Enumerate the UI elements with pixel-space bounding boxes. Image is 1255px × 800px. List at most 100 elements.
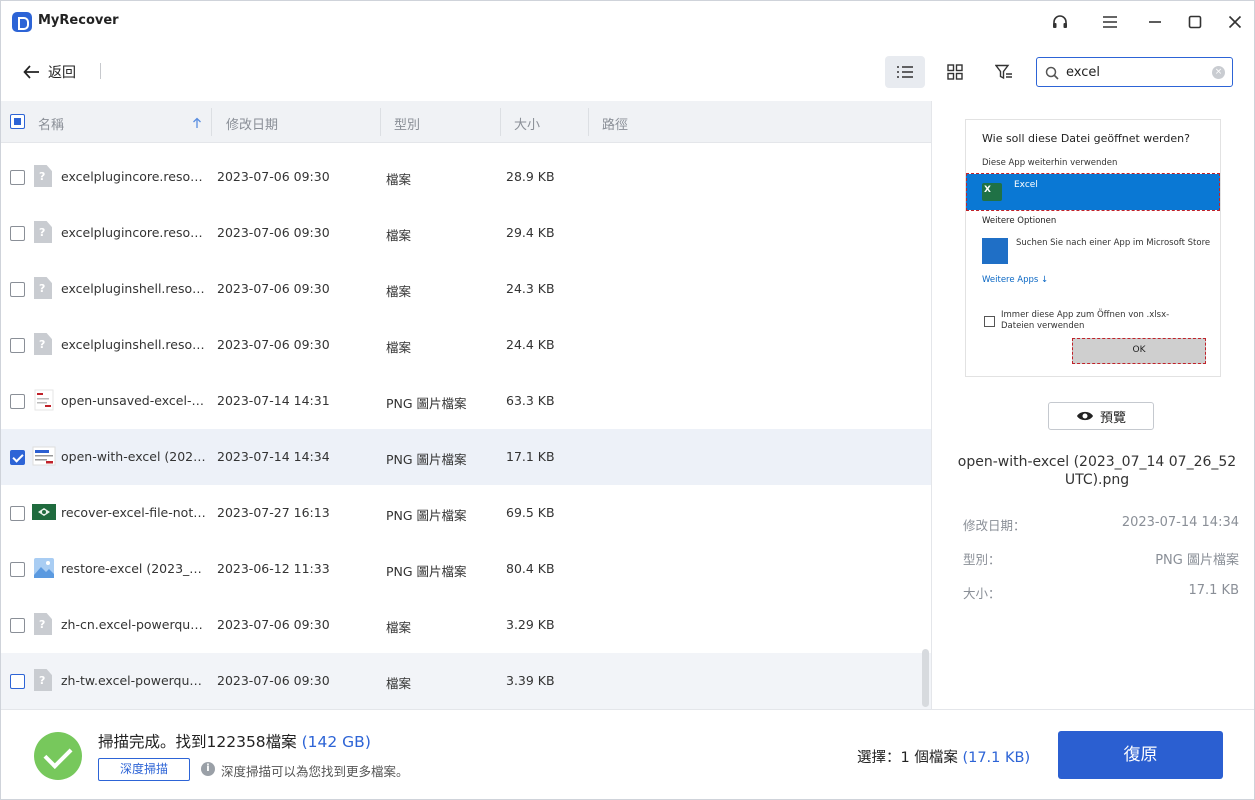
unknown-file-icon (34, 277, 52, 299)
app-title: MyRecover (38, 13, 119, 28)
picture-file-icon (32, 557, 56, 579)
column-divider[interactable] (588, 108, 589, 136)
preview-panel: Wie soll diese Datei geöffnet werden? Di… (932, 101, 1254, 709)
recover-button[interactable]: 復原 (1058, 731, 1223, 779)
search-input[interactable] (1066, 63, 1206, 81)
image-thumbnail-icon (32, 389, 56, 411)
table-row[interactable]: zh-tw.excel-powerquery... 2023-07-06 09:… (1, 653, 931, 709)
row-checkbox[interactable] (10, 562, 25, 577)
file-name: restore-excel (2023_06_... (61, 561, 209, 576)
search-box: × (1036, 57, 1233, 87)
status-footer: 掃描完成。找到122358檔案 (142 GB) 深度掃描 i 深度掃描可以為您… (1, 709, 1254, 799)
list-header: 名稱 修改日期 型別 大小 路徑 (1, 101, 931, 143)
row-checkbox[interactable] (10, 226, 25, 241)
column-header-path[interactable]: 路徑 (602, 114, 628, 133)
column-header-date[interactable]: 修改日期 (226, 114, 278, 133)
list-view-button[interactable] (885, 56, 925, 88)
file-size: 24.4 KB (506, 337, 555, 352)
unknown-file-icon (34, 613, 52, 635)
column-divider[interactable] (211, 108, 212, 136)
toolbar-divider (100, 63, 101, 79)
row-checkbox[interactable] (10, 506, 25, 521)
dialog-checkbox (984, 316, 995, 327)
search-icon (1045, 65, 1059, 84)
file-date: 2023-07-14 14:31 (217, 393, 330, 408)
table-row[interactable]: excelpluginshell.resourc... 2023-07-06 0… (1, 261, 931, 317)
column-divider[interactable] (380, 108, 381, 136)
type-value: PNG 圖片檔案 (1155, 553, 1239, 568)
table-row[interactable]: open-with-excel (2023_... 2023-07-14 14:… (1, 429, 931, 485)
table-row[interactable]: excelplugincore.resourc... 2023-07-06 09… (1, 149, 931, 205)
table-row[interactable]: open-unsaved-excel-fil... 2023-07-14 14:… (1, 373, 931, 429)
back-label: 返回 (48, 65, 76, 81)
column-divider[interactable] (500, 108, 501, 136)
unknown-file-icon (34, 221, 52, 243)
store-icon (982, 238, 1008, 264)
file-size: 28.9 KB (506, 169, 555, 184)
type-label: 型別： (963, 552, 1001, 567)
scan-complete-check-icon (34, 732, 82, 780)
menu-icon[interactable] (1098, 10, 1122, 34)
size-label: 大小： (963, 586, 1001, 601)
modified-date-label: 修改日期： (963, 518, 1026, 533)
app-logo-icon (12, 12, 32, 32)
table-row[interactable]: restore-excel (2023_06_... 2023-06-12 11… (1, 541, 931, 597)
row-checkbox[interactable] (10, 282, 25, 297)
support-headset-icon[interactable] (1048, 10, 1072, 34)
back-button[interactable]: 返回 (23, 59, 76, 85)
scan-status-text: 掃描完成。找到122358檔案 (142 GB) (98, 730, 371, 752)
file-date: 2023-07-06 09:30 (217, 337, 330, 352)
maximize-icon[interactable] (1183, 10, 1207, 34)
row-checkbox[interactable] (10, 450, 25, 465)
preview-button-label: 預覽 (1099, 410, 1126, 426)
list-scrollbar[interactable] (922, 649, 929, 707)
unknown-file-icon (34, 669, 52, 691)
file-date: 2023-07-06 09:30 (217, 225, 330, 240)
unknown-file-icon (34, 333, 52, 355)
file-type: 檔案 (386, 620, 412, 635)
row-checkbox[interactable] (10, 338, 25, 353)
file-size: 69.5 KB (506, 505, 555, 520)
dialog-more-options-text: Weitere Optionen (982, 216, 1057, 226)
filter-button[interactable] (984, 56, 1024, 88)
file-date: 2023-07-06 09:30 (217, 281, 330, 296)
modified-date-value: 2023-07-14 14:34 (1121, 515, 1239, 530)
clear-search-icon[interactable]: × (1212, 66, 1225, 79)
row-checkbox[interactable] (10, 170, 25, 185)
file-type: PNG 圖片檔案 (386, 396, 467, 411)
preview-button[interactable]: 預覽 (1048, 402, 1154, 430)
file-size: 29.4 KB (506, 225, 555, 240)
deep-scan-button[interactable]: 深度掃描 (98, 758, 190, 781)
row-checkbox[interactable] (10, 618, 25, 633)
grid-view-button[interactable] (935, 56, 975, 88)
file-rows: excelplugincore.resourc... 2023-07-06 09… (1, 143, 931, 709)
highlight-box (966, 173, 1220, 211)
close-icon[interactable] (1223, 10, 1247, 34)
file-date: 2023-07-06 09:30 (217, 673, 330, 688)
title-bar: MyRecover (1, 1, 1254, 43)
select-all-checkbox[interactable] (10, 114, 25, 129)
grid-view-icon (947, 64, 963, 80)
table-row[interactable]: excelplugincore.resourc... 2023-07-06 09… (1, 205, 931, 261)
table-row[interactable]: zh-cn.excel-powerquery... 2023-07-06 09:… (1, 597, 931, 653)
file-date: 2023-07-06 09:30 (217, 617, 330, 632)
column-header-size[interactable]: 大小 (514, 114, 540, 133)
file-name: excelpluginshell.resourc... (61, 337, 209, 352)
selected-count-text: 選擇：1 個檔案 (857, 750, 958, 766)
table-row[interactable]: recover-excel-file-not-s... 2023-07-27 1… (1, 485, 931, 541)
selected-size-text: (17.1 KB) (962, 750, 1031, 766)
file-size: 63.3 KB (506, 393, 555, 408)
file-type: PNG 圖片檔案 (386, 508, 467, 523)
dialog-always-use-text: Immer diese App zum Öffnen von .xlsx-Dat… (1001, 310, 1170, 331)
minimize-icon[interactable] (1143, 10, 1167, 34)
table-row[interactable]: excelpluginshell.resourc... 2023-07-06 0… (1, 317, 931, 373)
row-checkbox[interactable] (10, 674, 25, 689)
toolbar: 返回 × (1, 43, 1254, 101)
row-checkbox[interactable] (10, 394, 25, 409)
column-header-name[interactable]: 名稱 (38, 114, 64, 133)
file-name: recover-excel-file-not-s... (61, 505, 209, 520)
scan-done-text: 掃描完成。找到122358檔案 (98, 733, 297, 751)
size-value: 17.1 KB (1188, 583, 1239, 598)
sort-ascending-icon[interactable] (192, 114, 202, 133)
column-header-type[interactable]: 型別 (394, 114, 420, 133)
